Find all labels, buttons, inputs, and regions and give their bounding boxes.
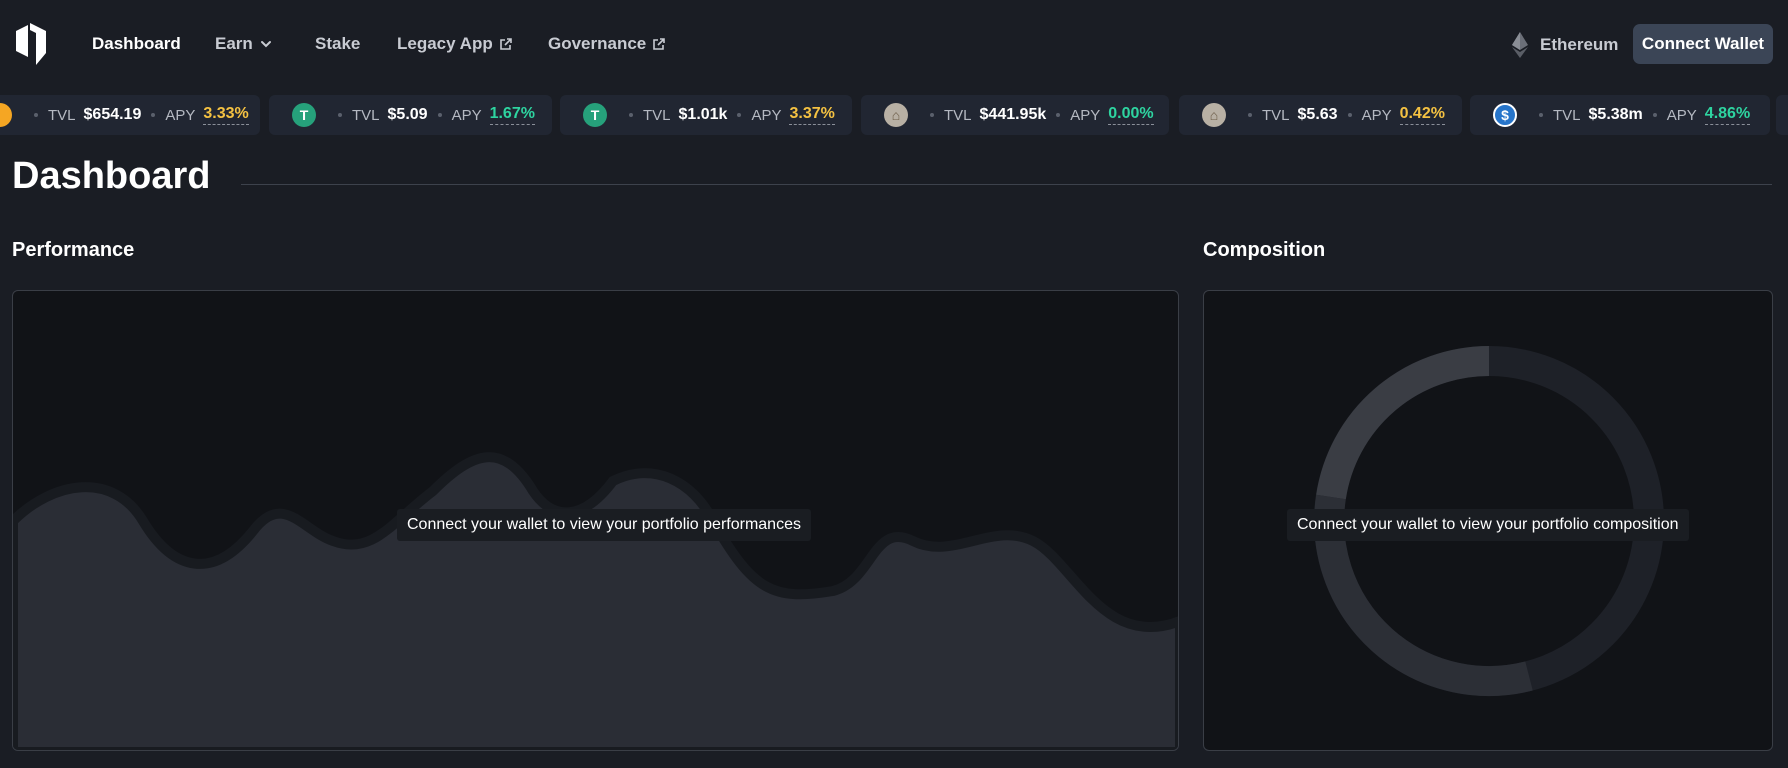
ticker-item[interactable]: TVL $654.19 APY 3.33% (0, 95, 260, 135)
separator-dot (737, 113, 742, 117)
apy-label: APY (1070, 106, 1101, 124)
nav-governance-label: Governance (548, 34, 647, 53)
top-nav: Dashboard Earn Stake Legacy App Governan… (0, 0, 1788, 86)
composition-panel: Connect your wallet to view your portfol… (1203, 290, 1773, 751)
chevron-down-icon (260, 41, 271, 48)
tvl-label: TVL (1553, 106, 1581, 124)
nav-stake[interactable]: Stake (315, 34, 360, 54)
tvl-value: $5.38m (1588, 106, 1643, 123)
ticker-item[interactable]: $ TVL $5.38m APY 4.86% (1470, 95, 1770, 135)
ticker-item[interactable]: ⌂ TVL $5.63 APY 0.42% (1179, 95, 1462, 135)
pool-ticker: TVL $654.19 APY 3.33% T TVL $5.09 APY 1.… (0, 95, 1788, 135)
ticker-item[interactable] (1776, 95, 1788, 135)
separator-dot (1652, 113, 1657, 117)
apy-value[interactable]: 4.86% (1704, 105, 1751, 125)
nav-governance[interactable]: Governance (548, 34, 666, 54)
tvl-value: $5.09 (387, 106, 428, 123)
tvl-label: TVL (1262, 106, 1290, 124)
tvl-label: TVL (48, 106, 76, 124)
usdc-icon: $ (1493, 103, 1517, 127)
tvl-value: $1.01k (678, 106, 728, 123)
usdt-icon: T (583, 103, 607, 127)
separator-dot (930, 113, 934, 117)
separator-dot (437, 113, 442, 117)
tvl-label: TVL (643, 106, 671, 124)
tvl-value: $441.95k (979, 106, 1047, 123)
page-title: Dashboard (12, 155, 211, 197)
separator-dot (1347, 113, 1352, 117)
network-label: Ethereum (1540, 35, 1619, 54)
apy-value[interactable]: 1.67% (489, 105, 535, 125)
apy-label: APY (751, 106, 782, 124)
separator-dot (338, 113, 342, 117)
tvl-value: $654.19 (83, 106, 142, 123)
ethereum-icon (1512, 32, 1528, 58)
house-token-icon: ⌂ (1202, 103, 1226, 127)
separator-dot (1056, 113, 1061, 117)
composition-connect-message: Connect your wallet to view your portfol… (1287, 509, 1689, 541)
apy-label: APY (1361, 106, 1392, 124)
performance-connect-message: Connect your wallet to view your portfol… (397, 509, 811, 541)
apy-label: APY (165, 106, 196, 124)
composition-title: Composition (1203, 239, 1326, 261)
tvl-value: $5.63 (1297, 106, 1338, 123)
separator-dot (34, 113, 38, 117)
connect-wallet-button[interactable]: Connect Wallet (1633, 24, 1773, 64)
orange-token-icon (0, 103, 12, 127)
nav-earn-label: Earn (215, 34, 253, 53)
ticker-item[interactable]: ⌂ TVL $441.95k APY 0.00% (861, 95, 1169, 135)
ticker-item[interactable]: T TVL $1.01k APY 3.37% (560, 95, 852, 135)
separator-dot (1248, 113, 1252, 117)
nav-legacy-app[interactable]: Legacy App (397, 34, 513, 54)
nav-legacy-app-label: Legacy App (397, 34, 493, 53)
ticker-item[interactable]: T TVL $5.09 APY 1.67% (269, 95, 552, 135)
separator-dot (151, 113, 156, 117)
tvl-label: TVL (352, 106, 380, 124)
apy-value[interactable]: 3.33% (203, 105, 249, 125)
app-logo[interactable] (16, 23, 46, 65)
separator-dot (1539, 113, 1543, 117)
separator-dot (629, 113, 633, 117)
network-selector[interactable]: Ethereum (1512, 32, 1618, 58)
house-token-icon: ⌂ (884, 103, 908, 127)
apy-value[interactable]: 0.00% (1108, 105, 1154, 125)
performance-title: Performance (12, 239, 135, 261)
nav-dashboard[interactable]: Dashboard (92, 34, 181, 54)
tvl-label: TVL (944, 106, 972, 124)
performance-panel: Connect your wallet to view your portfol… (12, 290, 1179, 751)
nav-dashboard-label: Dashboard (92, 34, 181, 53)
nav-stake-label: Stake (315, 34, 361, 53)
apy-label: APY (451, 106, 482, 124)
apy-label: APY (1666, 106, 1697, 124)
apy-value[interactable]: 0.42% (1399, 105, 1445, 125)
title-divider (241, 184, 1772, 185)
apy-value[interactable]: 3.37% (789, 105, 835, 125)
nav-earn[interactable]: Earn (215, 34, 273, 54)
external-link-icon (499, 38, 512, 50)
usdt-icon: T (292, 103, 316, 127)
external-link-icon (653, 38, 666, 50)
